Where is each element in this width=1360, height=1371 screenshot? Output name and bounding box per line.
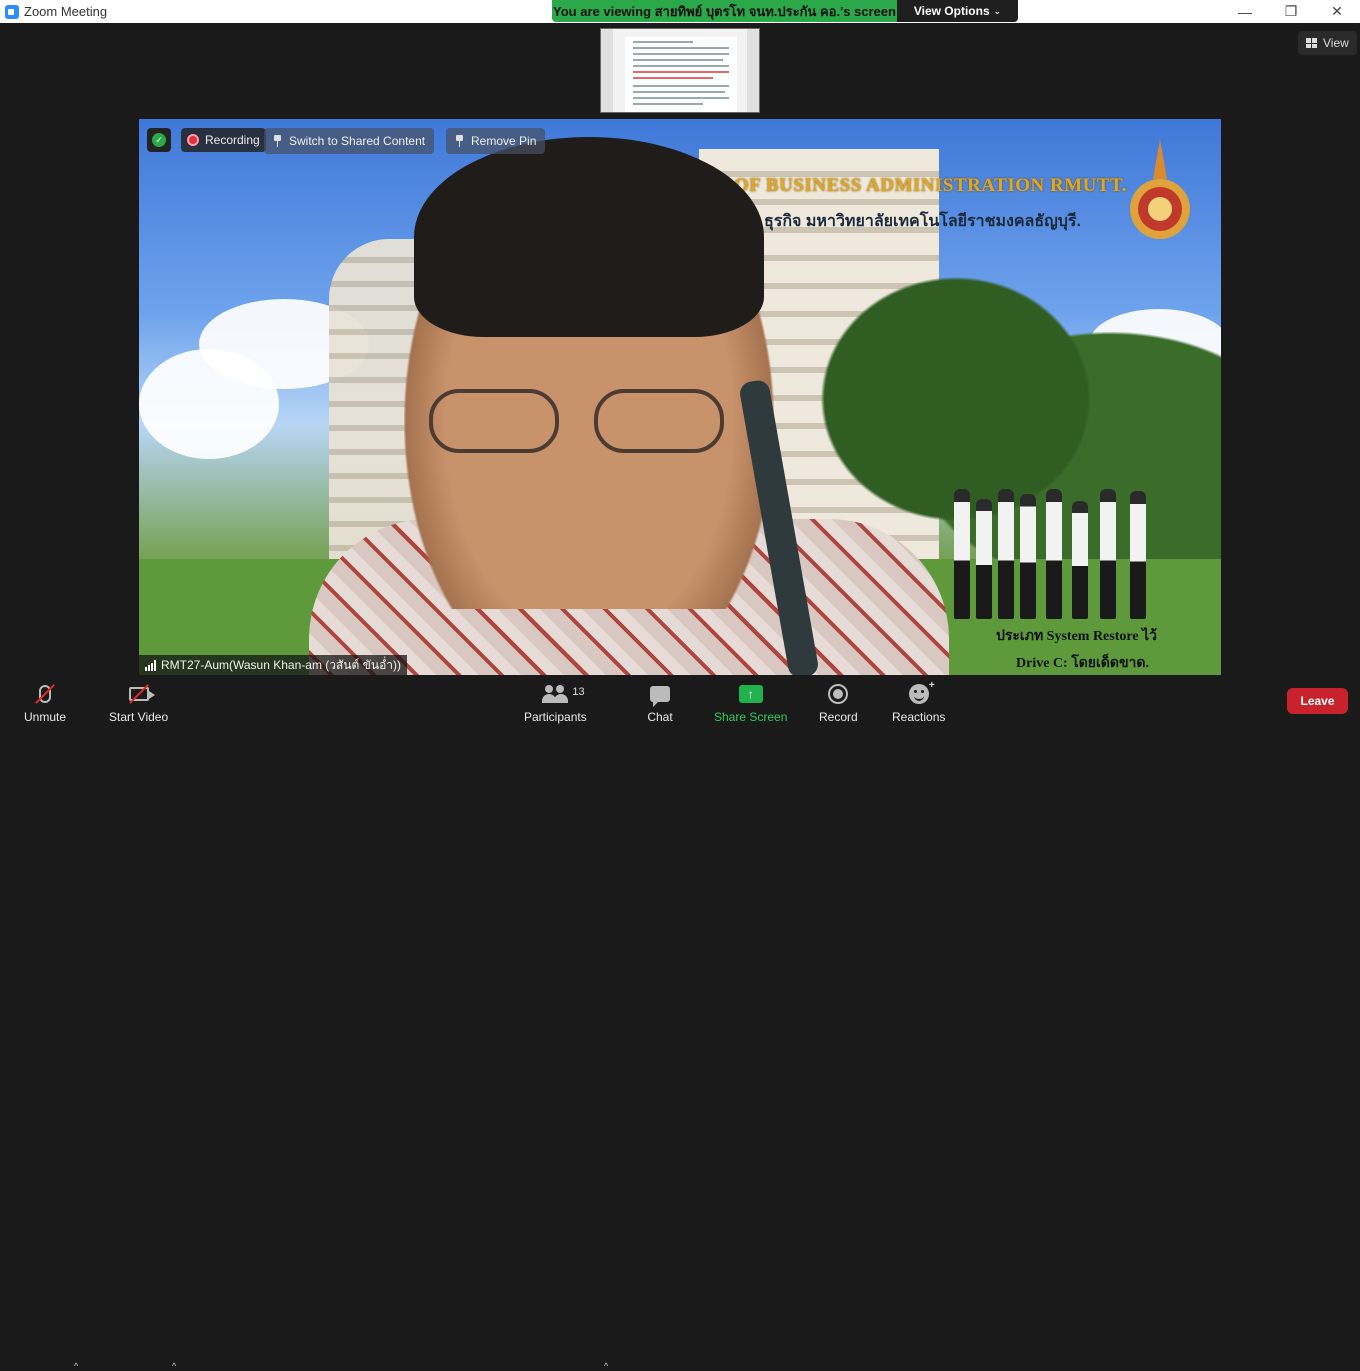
view-options-label: View Options [913,4,990,18]
switch-to-shared-content-label: Switch to Shared Content [289,134,426,148]
share-screen-button[interactable]: ↑ Share Screen [714,681,787,724]
students-group [954,474,1164,619]
participant-video[interactable]: OF BUSINESS ADMINISTRATION RMUTT. ธุรกิจ… [139,119,1221,675]
reactions-button[interactable]: + Reactions [892,680,946,724]
recording-indicator[interactable]: Recording [181,128,266,152]
university-emblem-icon [1130,139,1190,239]
remove-pin-button[interactable]: Remove Pin [446,128,546,154]
participant-name-tag: RMT27-Aum(Wasun Khan-am (วสันต์ ขันอ่ำ)) [139,655,407,675]
participant-name: RMT27-Aum(Wasun Khan-am (วสันต์ ขันอ่ำ)) [161,657,401,672]
background-thai-text: ธุรกิจ มหาวิทยาลัยเทคโนโลยีราชมงคลธัญบุร… [764,213,1081,230]
person-hair [414,137,764,337]
grid-view-icon [1306,38,1317,48]
viewing-screen-text: You are viewing สายทิพย์ บุตรโท จนท.ประก… [552,0,897,22]
recording-label: Recording [205,133,260,147]
glasses [429,389,749,459]
thumbnail-sidebar [747,29,759,112]
participants-options-caret-icon[interactable]: ^ [604,1361,608,1371]
remove-pin-label: Remove Pin [471,134,537,148]
share-screen-arrow-icon: ↑ [738,685,763,703]
background-caption-text: Drive C: โดยเด็ดขาด. [1016,656,1150,671]
window-controls: — ❐ ✕ [1222,0,1360,23]
cloud [139,349,279,459]
background-caption-text: ประเภท System Restore ไว้ [996,629,1157,644]
participants-label: Participants [524,710,587,724]
reactions-label: Reactions [892,710,946,724]
minimize-button[interactable]: — [1222,0,1268,23]
view-options-button[interactable]: View Options ⌄ [897,0,1018,22]
background-banner-text: OF BUSINESS ADMINISTRATION RMUTT. [734,175,1128,196]
leave-meeting-button[interactable]: Leave [1287,688,1348,714]
chevron-down-icon: ⌄ [993,5,1002,16]
unmute-button[interactable]: Unmute [24,681,66,724]
chat-bubble-icon [650,686,670,707]
share-screen-label: Share Screen [714,710,788,724]
smiley-reactions-icon: + [908,680,935,704]
start-video-label: Start Video [109,710,169,724]
switch-to-shared-content-button[interactable]: Switch to Shared Content [264,128,435,154]
thumbnail-sidebar [601,29,613,112]
pin-icon [455,135,464,147]
chat-label: Chat [647,710,673,724]
unmute-label: Unmute [24,710,67,724]
audio-options-caret-icon[interactable]: ^ [74,1361,78,1371]
shared-screen-thumbnail[interactable] [600,28,760,113]
view-layout-label: View [1323,36,1349,50]
pin-icon [273,135,282,147]
participants-button[interactable]: 13 Participants [524,681,587,724]
thumbnail-document [625,37,737,112]
participants-icon: 13 [542,685,585,703]
restore-button[interactable]: ❐ [1268,0,1314,23]
start-video-button[interactable]: Start Video [109,681,168,724]
viewing-banner: You are viewing สายทิพย์ บุตรโท จนท.ประก… [552,0,1018,22]
record-label: Record [819,710,858,724]
zoom-logo-icon [5,4,19,19]
close-button[interactable]: ✕ [1314,0,1360,23]
video-options-caret-icon[interactable]: ^ [172,1361,176,1371]
meeting-toolbar: Unmute ^ Start Video ^ 13 Participants ^… [0,675,1360,1371]
security-shield-icon[interactable]: ✓ [147,128,171,152]
record-icon [828,684,849,704]
participant-count: 13 [572,686,585,698]
chat-button[interactable]: Chat [647,681,673,724]
window-title: Zoom Meeting [24,4,108,19]
signal-strength-icon [145,659,156,671]
recording-dot-icon [187,134,199,146]
view-layout-button[interactable]: View [1298,31,1357,55]
record-button[interactable]: Record [819,681,858,724]
